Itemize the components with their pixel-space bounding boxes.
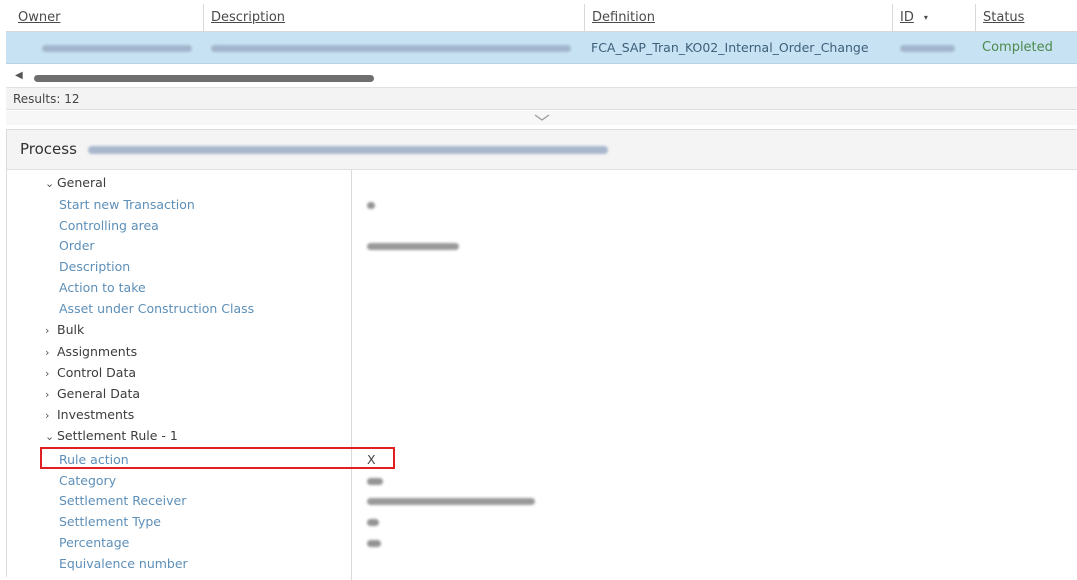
redacted-text bbox=[367, 540, 381, 547]
tree-item-asset-class[interactable]: Asset under Construction Class bbox=[59, 299, 254, 319]
tree-item-action-to-take[interactable]: Action to take bbox=[59, 278, 146, 298]
value-percentage bbox=[367, 533, 381, 553]
redacted-text bbox=[367, 478, 383, 485]
definition-cell: FCA_SAP_Tran_KO02_Internal_Order_Change bbox=[591, 40, 869, 55]
tree-node-label: Bulk bbox=[57, 322, 85, 337]
chevron-down-icon: ⌄ bbox=[45, 177, 55, 190]
value-settlement-receiver bbox=[367, 491, 535, 511]
tree-node-label: Assignments bbox=[57, 344, 138, 359]
value-settlement-type bbox=[367, 512, 379, 532]
description-cell bbox=[203, 32, 584, 63]
owner-cell bbox=[6, 32, 203, 63]
horizontal-scrollbar[interactable]: ◀ bbox=[6, 67, 1077, 88]
tree-node-general-data[interactable]: › General Data bbox=[45, 384, 140, 404]
tree-node-settlement-rule[interactable]: ⌄ Settlement Rule - 1 bbox=[45, 426, 178, 446]
redacted-text bbox=[42, 45, 192, 52]
redacted-text bbox=[367, 243, 459, 250]
table-row[interactable]: FCA_SAP_Tran_KO02_Internal_Order_Change … bbox=[6, 32, 1077, 64]
redacted-text bbox=[87, 145, 608, 154]
redacted-text bbox=[367, 519, 379, 526]
chevron-right-icon: › bbox=[45, 346, 50, 359]
tree-node-assignments[interactable]: › Assignments bbox=[45, 342, 137, 362]
column-header-description[interactable]: Description bbox=[203, 4, 584, 31]
chevron-right-icon: › bbox=[45, 367, 50, 380]
tree-item-order[interactable]: Order bbox=[59, 236, 95, 256]
scrollbar-thumb[interactable] bbox=[34, 75, 374, 82]
property-values: X bbox=[352, 170, 1077, 580]
tree-node-label: Control Data bbox=[57, 365, 137, 380]
grid-header: Owner Description Definition ID ▾ Status bbox=[6, 4, 1077, 32]
column-label: Definition bbox=[592, 10, 655, 25]
scroll-left-arrow-icon[interactable]: ◀ bbox=[15, 70, 23, 81]
column-label: Description bbox=[211, 10, 286, 25]
tree-node-label: Investments bbox=[57, 407, 135, 422]
column-header-id[interactable]: ID ▾ bbox=[892, 4, 975, 31]
tree-item-description[interactable]: Description bbox=[59, 257, 130, 277]
id-cell bbox=[892, 32, 975, 63]
highlight-box bbox=[40, 447, 395, 469]
status-cell: Completed bbox=[982, 40, 1053, 55]
property-tree: ⌄ General Start new Transaction Controlli… bbox=[7, 170, 352, 580]
chevron-down-icon: ⌄ bbox=[45, 430, 55, 443]
chevron-down-icon[interactable] bbox=[534, 114, 550, 122]
value-start-new-transaction bbox=[367, 195, 375, 215]
column-label: Owner bbox=[18, 10, 61, 25]
tree-node-label: Settlement Rule - 1 bbox=[57, 428, 178, 443]
panel-splitter[interactable] bbox=[6, 111, 1077, 125]
column-label: ID bbox=[900, 10, 914, 25]
tree-node-general[interactable]: ⌄ General bbox=[45, 173, 106, 193]
process-title-label: Process bbox=[20, 140, 77, 158]
tree-item-equivalence-number[interactable]: Equivalence number bbox=[59, 554, 188, 574]
tree-item-percentage[interactable]: Percentage bbox=[59, 533, 129, 553]
tree-item-category[interactable]: Category bbox=[59, 471, 116, 491]
chevron-right-icon: › bbox=[45, 388, 50, 401]
value-order bbox=[367, 236, 459, 256]
tree-node-bulk[interactable]: › Bulk bbox=[45, 320, 84, 340]
redacted-text bbox=[900, 45, 955, 52]
results-count: Results: 12 bbox=[6, 88, 1077, 110]
tree-node-label: General Data bbox=[57, 386, 141, 401]
tree-item-settlement-receiver[interactable]: Settlement Receiver bbox=[59, 491, 186, 511]
chevron-right-icon: › bbox=[45, 324, 50, 337]
process-header: Process bbox=[7, 130, 1077, 170]
redacted-text bbox=[367, 202, 375, 209]
column-header-owner[interactable]: Owner bbox=[6, 4, 203, 31]
process-panel: Process ⌄ General Start new Transaction C… bbox=[6, 129, 1077, 580]
tree-item-controlling-area[interactable]: Controlling area bbox=[59, 216, 159, 236]
column-header-definition[interactable]: Definition bbox=[584, 4, 892, 31]
column-header-status[interactable]: Status bbox=[975, 4, 1077, 31]
tree-node-investments[interactable]: › Investments bbox=[45, 405, 134, 425]
tree-node-control-data[interactable]: › Control Data bbox=[45, 363, 136, 383]
tree-node-label: General bbox=[57, 175, 107, 190]
redacted-text bbox=[211, 45, 571, 52]
value-category bbox=[367, 471, 383, 491]
sort-down-icon[interactable]: ▾ bbox=[924, 4, 928, 32]
redacted-text bbox=[367, 498, 535, 505]
tree-item-settlement-type[interactable]: Settlement Type bbox=[59, 512, 161, 532]
column-label: Status bbox=[983, 10, 1025, 25]
process-title: Process bbox=[20, 140, 608, 158]
tree-item-start-new-transaction[interactable]: Start new Transaction bbox=[59, 195, 195, 215]
chevron-right-icon: › bbox=[45, 409, 50, 422]
